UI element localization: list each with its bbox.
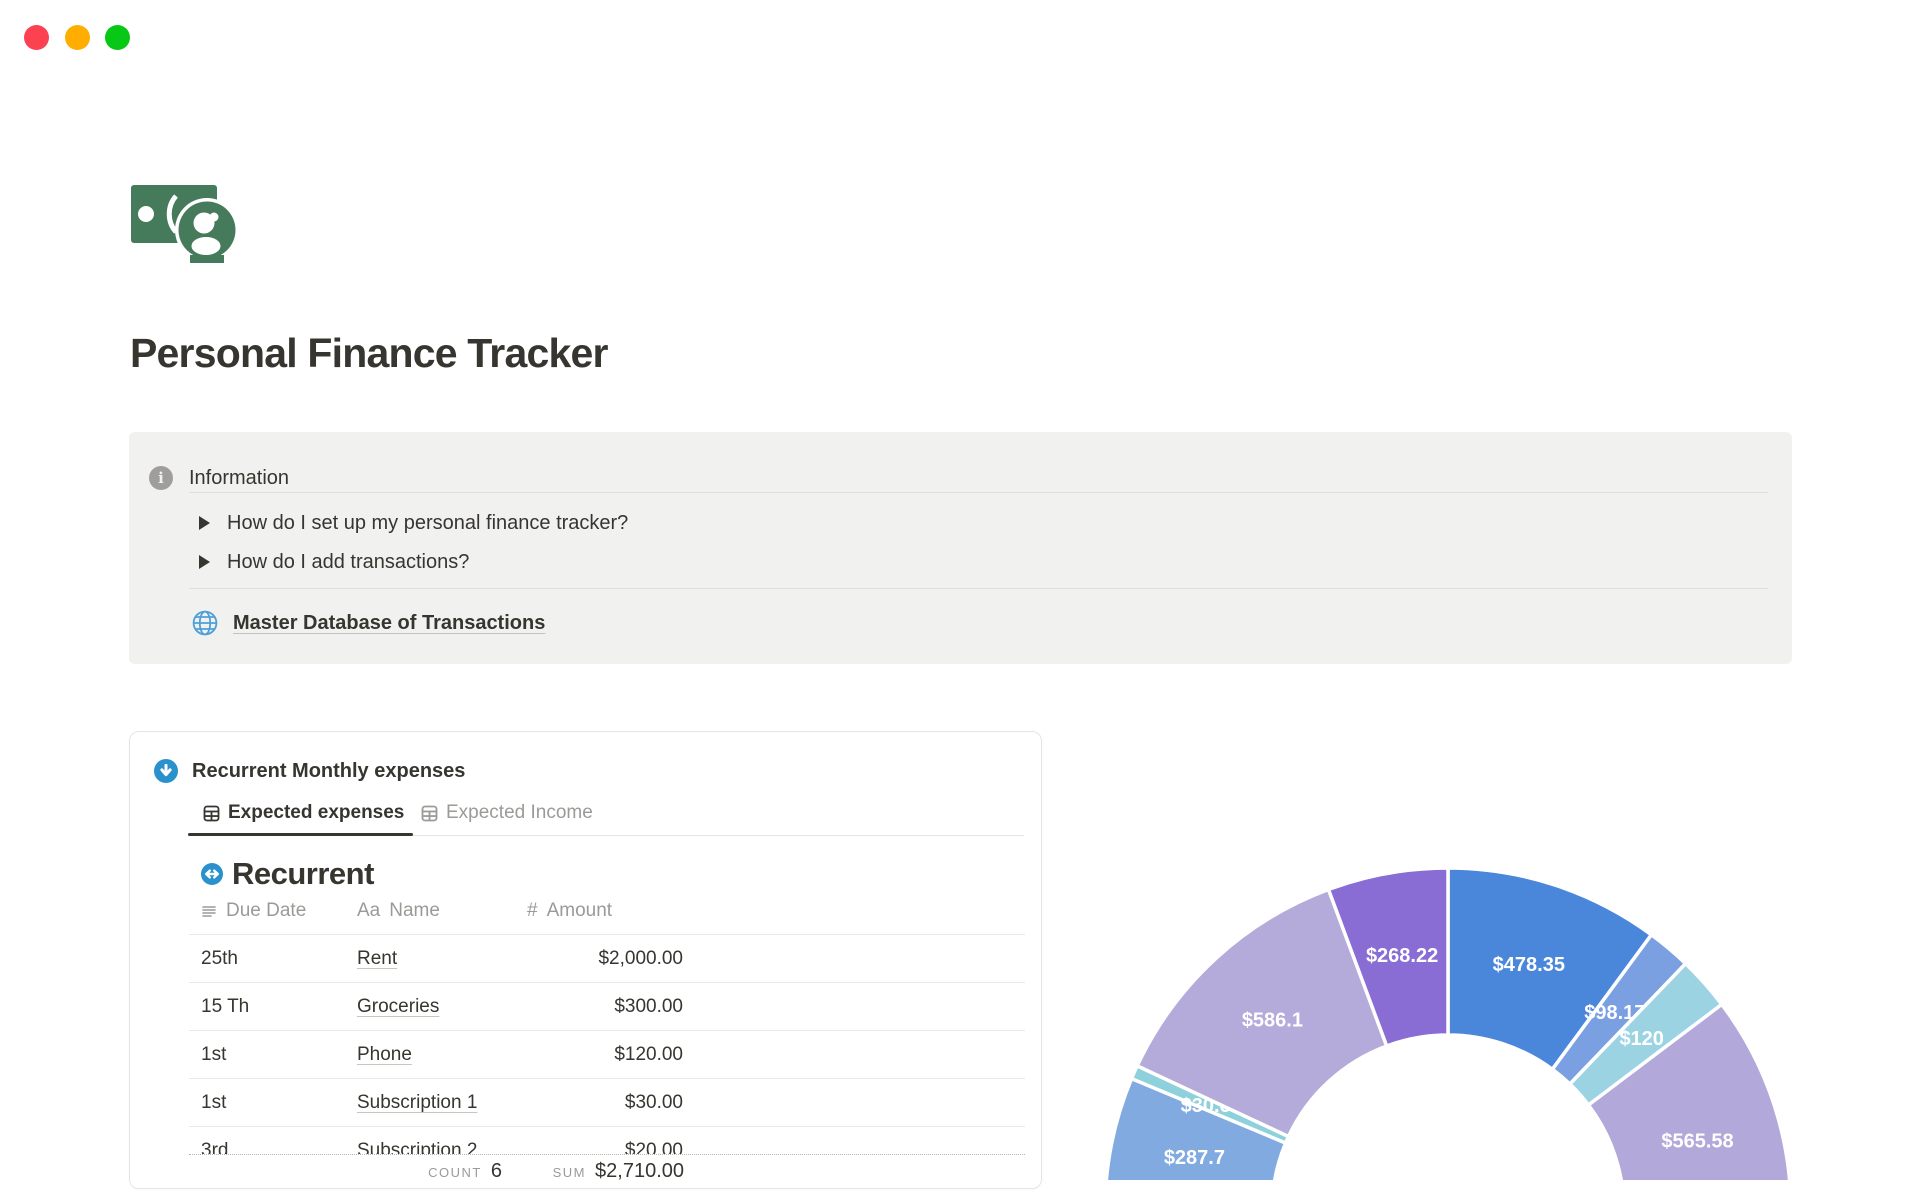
page-title[interactable]: Personal Finance Tracker — [130, 330, 608, 377]
cell-amount: $2,000.00 — [598, 947, 683, 969]
table-row[interactable]: 15 Th Groceries $300.00 — [189, 983, 1025, 1031]
table-icon — [203, 805, 220, 821]
cell-amount: $300.00 — [614, 995, 683, 1017]
expenses-table: Due Date Aa Name # Amount 25th Rent $2,0… — [189, 887, 1025, 1175]
table-calculation-footer: COUNT 6 SUM $2,710.00 — [131, 1154, 1040, 1187]
close-window-button[interactable] — [24, 25, 49, 50]
sum-calculation[interactable]: SUM $2,710.00 — [511, 1154, 684, 1188]
tab-label: Expected Income — [446, 802, 593, 823]
donut-segment-label: $478.35 — [1493, 954, 1565, 976]
donut-segment-label: $120 — [1619, 1028, 1664, 1050]
tab-label: Expected expenses — [228, 802, 405, 823]
cell-due-date: 15 Th — [201, 995, 250, 1017]
recurrent-expenses-card: Recurrent Monthly expenses Expected expe… — [129, 731, 1042, 1189]
callout-divider — [189, 492, 1768, 493]
money-banknote-icon[interactable] — [130, 183, 240, 263]
zoom-window-button[interactable] — [105, 25, 130, 50]
text-property-icon: Aa — [357, 899, 381, 921]
count-calculation[interactable]: COUNT 6 — [327, 1154, 502, 1188]
cell-name-link[interactable]: Phone — [357, 1044, 412, 1065]
cell-due-date: 1st — [201, 1091, 227, 1113]
toggle-label: How do I set up my personal finance trac… — [227, 511, 629, 534]
donut-segment-label: $565.58 — [1661, 1131, 1733, 1153]
money-banknote-graphic — [131, 185, 239, 263]
card-header: Recurrent Monthly expenses — [154, 759, 465, 783]
toggle-triangle-icon — [199, 555, 210, 569]
list-lines-icon — [202, 905, 216, 917]
expenses-donut-chart[interactable]: $478.35 $98.17 $120 $565.58 $287.7 $30.68 $586… — [1060, 860, 1800, 1200]
minimize-window-button[interactable] — [65, 25, 90, 50]
tab-expected-income[interactable]: Expected Income — [421, 798, 593, 828]
globe-icon — [192, 610, 218, 636]
info-icon: i — [149, 466, 173, 490]
table-row[interactable]: 1st Phone $120.00 — [189, 1031, 1025, 1079]
arrow-down-circle-icon — [154, 759, 178, 783]
column-header-due-date[interactable]: Due Date — [201, 900, 357, 922]
cell-name-link[interactable]: Groceries — [357, 996, 439, 1017]
tab-expected-expenses[interactable]: Expected expenses — [203, 798, 404, 828]
card-title: Recurrent Monthly expenses — [192, 759, 466, 782]
toggle-label: How do I add transactions? — [227, 550, 470, 573]
left-right-arrow-circle-icon — [201, 863, 223, 885]
callout-title: Information — [189, 466, 290, 489]
table-row[interactable]: 25th Rent $2,000.00 — [189, 935, 1025, 983]
cell-due-date: 1st — [201, 1043, 227, 1065]
information-callout: i Information How do I set up my persona… — [129, 432, 1792, 664]
toggle-add-transactions-question[interactable]: How do I add transactions? — [199, 549, 469, 575]
table-icon — [421, 805, 438, 821]
toggle-setup-question[interactable]: How do I set up my personal finance trac… — [199, 510, 628, 536]
master-database-link[interactable]: Master Database of Transactions — [191, 609, 545, 637]
donut-segment-label: $268.22 — [1366, 945, 1438, 967]
callout-divider — [189, 588, 1768, 589]
cell-name-link[interactable]: Subscription 1 — [357, 1092, 477, 1113]
master-database-link-label: Master Database of Transactions — [233, 611, 546, 634]
active-tab-underline — [188, 833, 413, 836]
donut-chart-canvas[interactable]: $478.35$98.17$120$565.58$287.7$30.68$586… — [1060, 860, 1800, 1200]
donut-segment-label: $287.7 — [1164, 1147, 1225, 1169]
donut-segment-label: $586.1 — [1242, 1010, 1303, 1032]
cell-name-link[interactable]: Rent — [357, 948, 397, 969]
cell-due-date: 25th — [201, 947, 238, 969]
column-header-name[interactable]: Aa Name — [357, 900, 527, 922]
column-header-amount[interactable]: # Amount — [527, 900, 683, 922]
cell-amount: $120.00 — [614, 1043, 683, 1065]
table-header-row: Due Date Aa Name # Amount — [189, 887, 1025, 935]
cell-amount: $30.00 — [624, 1091, 683, 1113]
toggle-triangle-icon — [199, 516, 210, 530]
table-row[interactable]: 1st Subscription 1 $30.00 — [189, 1079, 1025, 1127]
number-property-icon: # — [527, 899, 538, 921]
